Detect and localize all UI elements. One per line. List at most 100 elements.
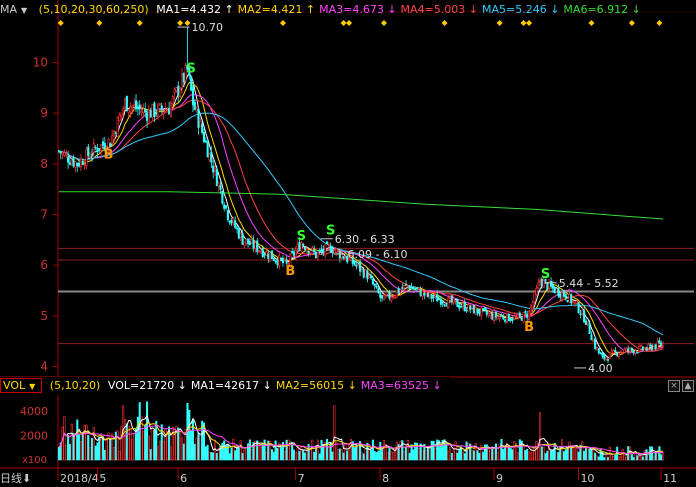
candle-body <box>425 291 428 294</box>
candle-body <box>123 99 127 108</box>
volume-bar <box>89 447 92 461</box>
signal-b-6: B <box>524 320 534 335</box>
period-selector[interactable]: 日线⬇ <box>0 470 60 487</box>
candle-body <box>502 317 505 320</box>
candle-body <box>414 288 417 290</box>
candle-body <box>114 132 117 135</box>
volume-bar <box>228 453 231 461</box>
candle-body <box>417 287 420 290</box>
candle-body <box>370 275 373 279</box>
event-marker-icon <box>588 20 595 26</box>
vol-indicator-selector[interactable]: VOL ▼ <box>0 378 43 393</box>
volume-bar <box>408 452 411 461</box>
candle-body <box>518 312 521 316</box>
candle-body <box>584 320 587 325</box>
candle-body <box>72 157 75 167</box>
volume-bar <box>101 436 105 461</box>
candle-body <box>441 301 444 304</box>
candle-body <box>166 109 169 113</box>
candle-body <box>592 340 595 342</box>
candle-body <box>327 244 330 247</box>
candle-body <box>79 158 82 168</box>
volume-bar <box>90 438 94 461</box>
volume-bar <box>483 444 486 461</box>
date-label-6: 9 <box>496 472 503 485</box>
candle-body <box>201 123 204 133</box>
candle-body <box>465 310 468 312</box>
candle-body <box>649 344 652 347</box>
candle-body <box>623 349 626 353</box>
candle-body <box>647 343 650 349</box>
candle-body <box>285 259 288 264</box>
candle-body <box>162 111 165 115</box>
volume-bar <box>482 451 485 461</box>
candle-body <box>404 283 408 286</box>
candle-body <box>392 296 395 298</box>
candle-body <box>562 290 565 297</box>
volume-bar <box>518 439 521 461</box>
ma-values: MA1=4.432 ↑ MA2=4.421 ↑ MA3=4.673 ↓ MA4=5.0… <box>156 3 645 16</box>
volume-bar <box>65 444 68 461</box>
candle-body <box>474 307 477 315</box>
candle-body <box>428 292 431 297</box>
candle-body <box>632 350 635 354</box>
candle-body <box>197 109 200 128</box>
volume-bar <box>57 447 60 461</box>
candle-body <box>360 268 363 270</box>
volume-bar <box>555 452 558 461</box>
volume-bar <box>438 440 441 461</box>
volume-bar <box>215 453 218 461</box>
candle-body <box>472 304 475 314</box>
candle-body <box>480 308 483 317</box>
candle-body <box>355 265 358 267</box>
volume-bar <box>208 452 211 461</box>
volume-bar <box>660 454 663 461</box>
volume-bar <box>311 439 314 461</box>
volume-bar <box>432 440 435 461</box>
candle-body <box>142 108 145 113</box>
volume-bar <box>656 452 659 461</box>
volume-bar <box>360 452 363 461</box>
candle-body <box>527 311 531 321</box>
volume-bar <box>406 439 409 461</box>
candle-body <box>561 292 564 300</box>
volume-bar <box>125 423 128 461</box>
candle-body <box>267 254 270 259</box>
date-label-1: 2018/4 <box>60 472 99 485</box>
volume-bar <box>158 440 161 461</box>
volume-bar <box>546 450 549 461</box>
volume-bar <box>610 454 613 461</box>
candle-body <box>153 102 156 117</box>
signal-s-7: S <box>541 267 550 282</box>
volume-bar <box>658 446 661 461</box>
candle-body <box>335 248 338 253</box>
candle-body <box>641 346 644 350</box>
candle-body <box>333 249 336 254</box>
volume-bar <box>182 443 185 461</box>
candle-body <box>89 156 92 158</box>
ma-indicator-selector[interactable]: MA ▼ <box>0 3 31 16</box>
candle-body <box>419 289 422 297</box>
candle-body <box>212 165 215 173</box>
volume-bar <box>335 442 338 461</box>
volume-bar <box>597 456 600 461</box>
candle-body <box>357 263 360 266</box>
volume-bar <box>395 441 398 461</box>
volume-bar <box>496 452 499 461</box>
candle-body <box>111 135 114 144</box>
y-tick-label-6: 6 <box>40 258 48 272</box>
candle-body <box>436 294 439 302</box>
candle-body <box>505 312 509 323</box>
candle-body <box>601 352 604 357</box>
candle-body <box>452 298 455 303</box>
signal-b-5: B <box>285 264 295 279</box>
candle-body <box>432 296 435 299</box>
volume-bar <box>74 434 77 461</box>
candle-body <box>258 250 261 252</box>
panel-expand-button[interactable]: ▲ <box>682 380 694 392</box>
volume-bar <box>348 444 351 461</box>
candle-body <box>652 345 655 352</box>
candle-body <box>438 298 441 301</box>
panel-shrink-button[interactable]: × <box>668 380 680 392</box>
candle-body <box>382 294 385 301</box>
